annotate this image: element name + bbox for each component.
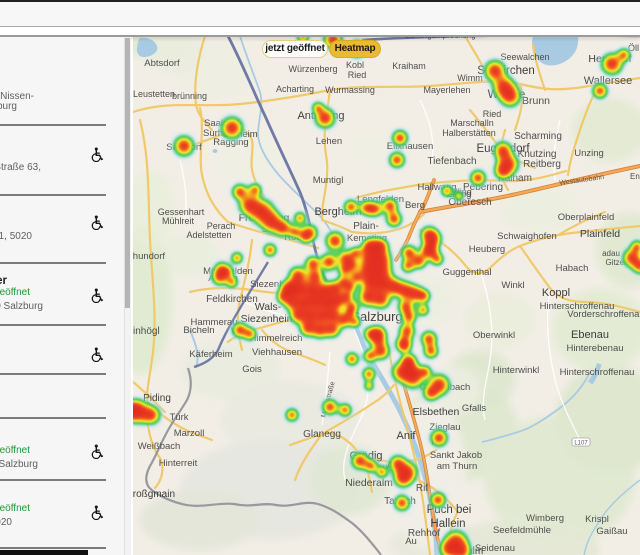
svg-text:Feldkirchen: Feldkirchen [206, 294, 258, 305]
svg-text:inhögl: inhögl [133, 326, 160, 337]
svg-text:am Thurn: am Thurn [437, 461, 477, 472]
svg-text:Rif: Rif [416, 483, 428, 494]
svg-text:Sankt Jakob: Sankt Jakob [430, 450, 482, 461]
svg-text:Wimm: Wimm [457, 73, 483, 83]
svg-text:Ebenau: Ebenau [571, 329, 609, 341]
svg-text:Vorderschroffenau: Vorderschroffenau [567, 309, 640, 320]
svg-text:Viehhausen: Viehhausen [252, 347, 302, 358]
svg-text:Wimberg: Wimberg [526, 513, 564, 524]
svg-text:Plain-: Plain- [353, 221, 379, 232]
svg-text:Gois: Gois [242, 364, 262, 375]
svg-text:Hinterebenau: Hinterebenau [566, 343, 623, 354]
svg-text:Heuberg: Heuberg [469, 244, 505, 255]
svg-text:Weißbach: Weißbach [138, 441, 181, 452]
svg-text:Scharming: Scharming [514, 131, 562, 142]
svg-text:Lehen: Lehen [316, 136, 342, 147]
svg-text:Anif: Anif [397, 430, 417, 442]
svg-text:Tiefenbach: Tiefenbach [427, 156, 476, 167]
svg-text:Habach: Habach [556, 263, 589, 274]
svg-text:Winkl: Winkl [501, 280, 524, 291]
svg-text:Glanegg: Glanegg [303, 429, 341, 440]
svg-text:brünning: brünning [172, 91, 207, 101]
svg-text:Krispl: Krispl [585, 514, 609, 525]
svg-text:Abtsdorf: Abtsdorf [144, 58, 180, 69]
svg-text:adau: adau [602, 249, 620, 258]
svg-text:Oberplainfeld: Oberplainfeld [558, 212, 615, 223]
svg-text:Seefeldmühle: Seefeldmühle [493, 525, 551, 536]
svg-text:Guggenthal: Guggenthal [442, 267, 491, 278]
svg-text:Schwaighofen: Schwaighofen [497, 231, 557, 242]
svg-text:Muntigl: Muntigl [313, 175, 344, 186]
svg-text:Reitberg: Reitberg [523, 159, 561, 170]
svg-text:Bicheln: Bicheln [183, 325, 214, 336]
svg-text:Koppl: Koppl [542, 287, 570, 299]
svg-text:Kraiham: Kraiham [392, 61, 426, 71]
svg-text:Marzoll: Marzoll [174, 428, 205, 439]
svg-text:Ried: Ried [348, 70, 367, 80]
svg-text:Hinterschroffenau: Hinterschroffenau [560, 367, 635, 378]
svg-text:Kobl: Kobl [346, 60, 364, 70]
svg-text:Seewalchen: Seewalchen [500, 52, 549, 62]
svg-text:Unzing: Unzing [574, 148, 604, 159]
svg-text:Halberstätten: Halberstätten [442, 128, 496, 138]
svg-text:Leustetten: Leustetten [133, 89, 175, 99]
svg-text:Großgmain: Großgmain [133, 489, 175, 500]
svg-text:Wurmassing: Wurmassing [325, 85, 375, 95]
svg-text:Hinterwinkl: Hinterwinkl [493, 365, 539, 376]
svg-text:Au: Au [405, 536, 417, 547]
svg-text:Berg: Berg [405, 200, 425, 211]
svg-text:Mayerlehen: Mayerlehen [423, 85, 470, 95]
svg-text:Hinterreit: Hinterreit [159, 458, 198, 469]
svg-text:Käferheim: Käferheim [189, 349, 232, 360]
svg-text:L107: L107 [574, 441, 588, 447]
svg-text:Plainfeld: Plainfeld [580, 228, 620, 240]
svg-text:Elsbethen: Elsbethen [413, 406, 460, 418]
svg-text:Gfalls: Gfalls [462, 403, 487, 414]
svg-text:Seidenau: Seidenau [475, 543, 515, 554]
svg-text:Enzers: Enzers [630, 172, 640, 181]
svg-text:Türk: Türk [170, 412, 189, 423]
svg-text:Brunn: Brunn [522, 95, 550, 107]
svg-text:Mühlreit: Mühlreit [162, 216, 195, 226]
svg-text:Adelstetten: Adelstetten [186, 230, 231, 240]
svg-text:Oberwinkl: Oberwinkl [473, 330, 515, 341]
svg-text:Gaißau: Gaißau [596, 526, 627, 537]
svg-text:Würzenberg: Würzenberg [288, 64, 337, 74]
svg-text:Marschalln: Marschalln [450, 118, 494, 128]
svg-text:Acharting: Acharting [276, 84, 314, 94]
svg-text:Thundorf: Thundorf [133, 251, 165, 262]
